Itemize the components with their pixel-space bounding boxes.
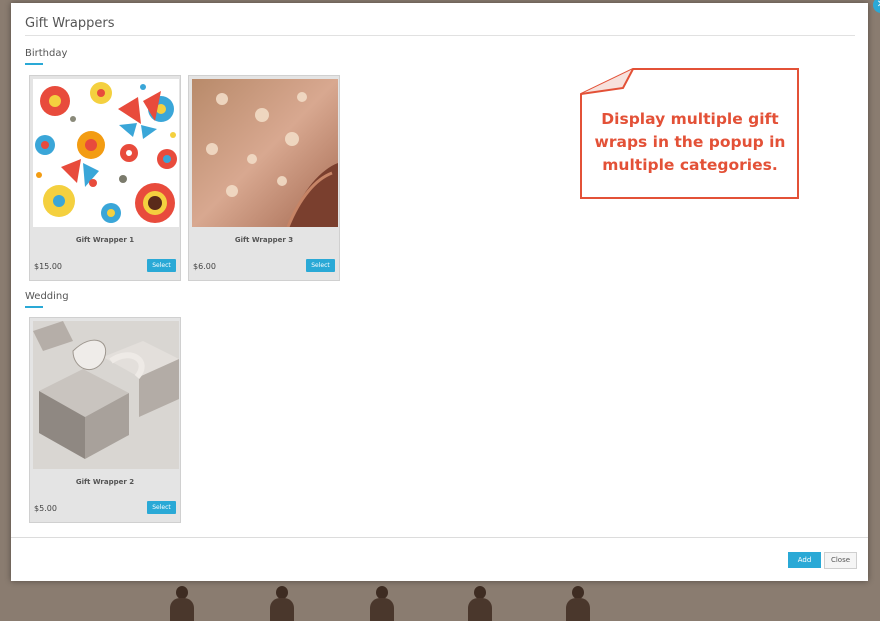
gift-wrap-price: $6.00 [193,262,216,271]
select-button[interactable]: Select [306,259,335,272]
gift-wrap-card: Gift Wrapper 2 $5.00 Select [29,317,181,523]
footer-divider [11,537,868,538]
gift-wrap-name: Gift Wrapper 1 [75,236,135,244]
add-button[interactable]: Add [788,552,821,568]
select-button[interactable]: Select [147,501,176,514]
gift-wrap-image[interactable] [33,79,179,227]
callout-text: Display multiple gift wraps in the popup… [582,108,798,177]
title-divider [25,35,855,36]
category-underline [25,306,43,308]
model-photo [168,586,196,621]
background-model-photos [0,580,880,621]
select-button[interactable]: Select [147,259,176,272]
close-button[interactable]: Close [824,552,857,569]
gift-wrap-card: Gift Wrapper 3 $6.00 Select [188,75,340,281]
gift-wrap-card: Gift Wrapper 1 $15.00 Select [29,75,181,281]
close-icon[interactable]: ✕ [873,0,880,13]
category-underline [25,63,43,65]
model-photo [268,586,296,621]
category-heading-birthday: Birthday [25,48,68,59]
gift-wrap-image[interactable] [33,321,179,469]
callout-line: multiple categories. [602,156,778,174]
model-photo [564,586,592,621]
callout-line: wraps in the popup in [594,133,786,151]
gift-wrap-image[interactable] [192,79,338,227]
gift-wrap-price: $15.00 [34,262,62,271]
modal-title: Gift Wrappers [25,16,115,31]
model-photo [466,586,494,621]
gift-wrap-price: $5.00 [34,504,57,513]
category-heading-wedding: Wedding [25,291,69,302]
model-photo [368,586,396,621]
callout-line: Display multiple gift [601,110,779,128]
gift-wrap-name: Gift Wrapper 2 [75,478,135,486]
gift-wrap-name: Gift Wrapper 3 [234,236,294,244]
